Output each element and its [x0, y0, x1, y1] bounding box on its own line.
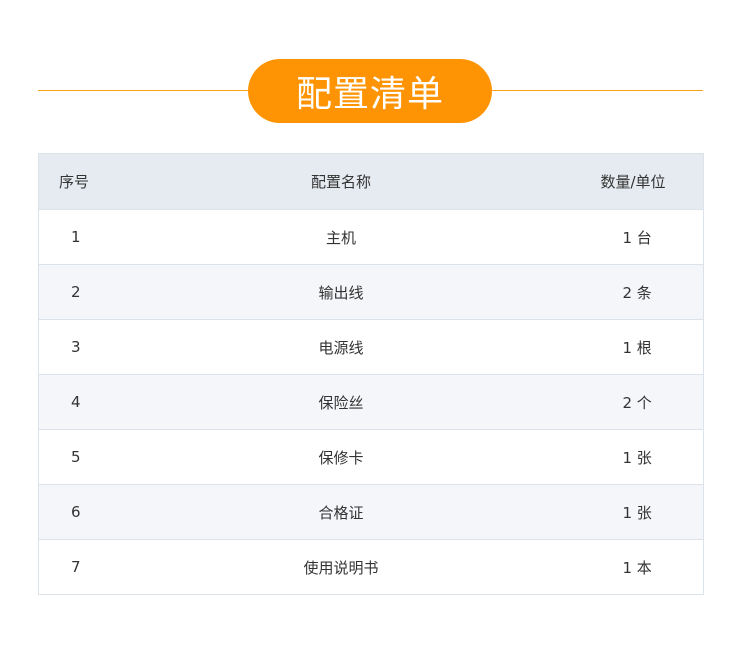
row-serial-number: 1 — [38, 209, 143, 265]
row-serial-number: 2 — [38, 264, 143, 320]
row-serial-number: 5 — [38, 429, 143, 485]
row-config-name: 使用说明书 — [142, 539, 540, 595]
row-config-name: 电源线 — [142, 319, 540, 375]
table-row: 2 输出线 2 条 — [38, 264, 704, 320]
title-banner: 配置清单 — [248, 59, 492, 123]
row-quantity-unit: 2 条 — [539, 264, 704, 320]
table-row: 6 合格证 1 张 — [38, 484, 704, 540]
header-quantity-unit: 数量/单位 — [539, 153, 704, 210]
table-row: 7 使用说明书 1 本 — [38, 539, 704, 595]
table-header-row: 序号 配置名称 数量/单位 — [38, 153, 704, 210]
row-quantity-unit: 2 个 — [539, 374, 704, 430]
row-quantity-unit: 1 张 — [539, 429, 704, 485]
row-config-name: 输出线 — [142, 264, 540, 320]
row-quantity-unit: 1 张 — [539, 484, 704, 540]
table-row: 5 保修卡 1 张 — [38, 429, 704, 485]
row-config-name: 主机 — [142, 209, 540, 265]
page-title: 配置清单 — [295, 74, 444, 115]
row-quantity-unit: 1 根 — [539, 319, 704, 375]
row-serial-number: 6 — [38, 484, 143, 540]
page: 配置清单 序号 配置名称 数量/单位 1 主机 1 台 2 输出线 2 条 3 … — [0, 0, 743, 661]
row-serial-number: 7 — [38, 539, 143, 595]
row-serial-number: 3 — [38, 319, 143, 375]
row-quantity-unit: 1 本 — [539, 539, 704, 595]
table-row: 3 电源线 1 根 — [38, 319, 704, 375]
row-config-name: 保险丝 — [142, 374, 540, 430]
row-serial-number: 4 — [38, 374, 143, 430]
row-config-name: 保修卡 — [142, 429, 540, 485]
table-row: 4 保险丝 2 个 — [38, 374, 704, 430]
row-quantity-unit: 1 台 — [539, 209, 704, 265]
config-list-table: 序号 配置名称 数量/单位 1 主机 1 台 2 输出线 2 条 3 电源线 1… — [38, 153, 704, 595]
row-config-name: 合格证 — [142, 484, 540, 540]
header-config-name: 配置名称 — [142, 153, 540, 210]
header-serial-number: 序号 — [38, 153, 143, 210]
table-row: 1 主机 1 台 — [38, 209, 704, 265]
